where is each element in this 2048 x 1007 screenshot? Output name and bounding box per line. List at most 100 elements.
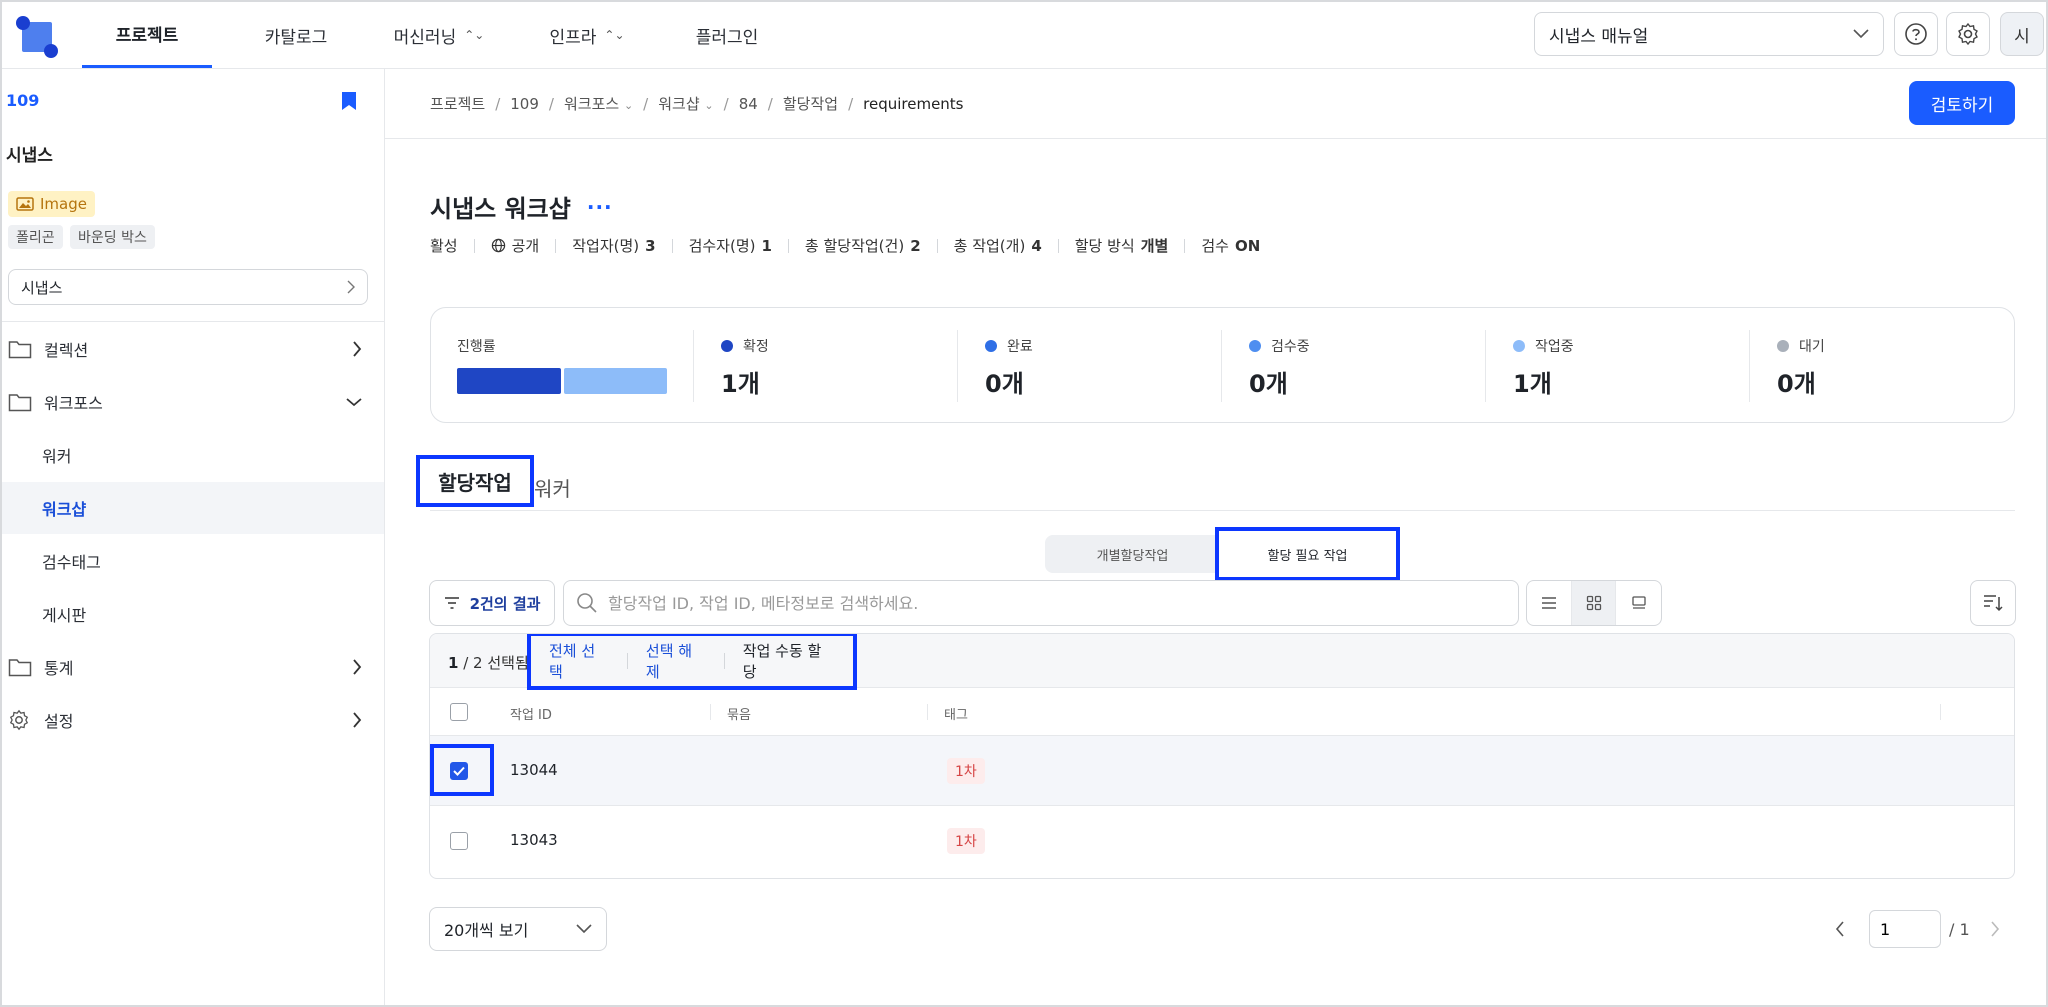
prev-page-button[interactable] — [1825, 921, 1855, 937]
breadcrumb-item-workshop-id[interactable]: 84 — [739, 95, 758, 113]
view-mode-group — [1526, 580, 1662, 626]
gear-icon — [1958, 22, 1978, 46]
select-all-checkbox[interactable] — [450, 703, 468, 721]
status-dot — [1513, 340, 1525, 352]
project-selector[interactable]: 시냅스 — [8, 269, 368, 305]
table-header: 작업 ID 묶음 태그 — [430, 688, 2014, 736]
search-icon — [577, 593, 597, 613]
sidebar-subitem-worker[interactable]: 워커 — [2, 429, 384, 481]
sidebar-divider — [2, 321, 384, 322]
breadcrumb-item-assignments[interactable]: 할당작업 — [783, 93, 838, 114]
selection-count: 1 / 2 선택됨 — [448, 654, 529, 672]
filter-icon — [444, 597, 459, 609]
task-id: 13044 — [510, 761, 558, 779]
list-icon — [1541, 597, 1556, 609]
chevron-down-icon — [1853, 29, 1869, 39]
page-number-input[interactable] — [1869, 910, 1941, 948]
breadcrumb-item-current: requirements — [863, 94, 964, 113]
breadcrumb-bar: 프로젝트/ 109/ 워크포스 ⌄ / 워크샵 ⌄/ 84/ 할당작업 / requ… — [385, 69, 2046, 139]
status-dot — [985, 340, 997, 352]
help-button[interactable] — [1894, 12, 1938, 56]
sidebar-subitem-workshop[interactable]: 워크샵 — [2, 482, 384, 534]
meta-status: 활성 — [430, 237, 458, 255]
sidebar-item-statistics[interactable]: 통계 — [2, 641, 384, 693]
row-checkbox[interactable] — [450, 832, 468, 850]
status-dot — [1249, 340, 1261, 352]
workshop-meta: 활성 공개 작업자(명) 3 검수자(명) 1 총 할당작업(건) 2 총 작업(개)… — [430, 235, 1276, 256]
chevron-right-icon — [353, 341, 362, 357]
image-icon — [16, 197, 34, 211]
page-size-select[interactable]: 20개씩 보기 — [429, 907, 607, 951]
list-view-button[interactable] — [1527, 581, 1572, 625]
next-page-button[interactable] — [1980, 921, 2010, 937]
select-all-button[interactable]: 전체 선택 — [531, 640, 627, 682]
sidebar-subitem-review-tag[interactable]: 검수태그 — [2, 535, 384, 587]
meta-review: 검수 ON — [1201, 236, 1261, 256]
table-row[interactable]: 13043 1차 — [430, 806, 2014, 876]
breadcrumb-item-workshop[interactable]: 워크샵 ⌄ — [658, 93, 713, 114]
task-id: 13043 — [510, 831, 558, 849]
segment-assignment-required[interactable]: 할당 필요 작업 — [1215, 527, 1400, 581]
column-bundle[interactable]: 묶음 — [727, 704, 751, 723]
breadcrumb-item-project[interactable]: 프로젝트 — [430, 93, 485, 114]
nav-tab-infra[interactable]: 인프라 ⌃⌄ — [522, 2, 652, 68]
task-table: 1 / 2 선택됨 전체 선택 선택 해제 작업 수동 할당 작업 ID 묶음 … — [429, 633, 2015, 879]
meta-reviewers: 검수자(명) 1 — [688, 236, 772, 256]
sidebar-item-collection[interactable]: 컬렉션 — [2, 323, 384, 375]
user-avatar-button[interactable]: 시 — [2000, 12, 2044, 56]
segment-individual-assignments[interactable]: 개별할당작업 — [1045, 535, 1220, 573]
sidebar-subitem-board[interactable]: 게시판 — [2, 588, 384, 640]
chevron-right-icon — [1991, 921, 1999, 937]
more-options-icon[interactable]: ··· — [587, 195, 613, 219]
top-navigation: 프로젝트 카탈로그 머신러닝 ⌃⌄ 인프라 ⌃⌄ 플러그인 시냅스 매뉴얼 시 — [2, 2, 2046, 69]
nav-tab-machine-learning[interactable]: 머신러닝 ⌃⌄ — [364, 2, 514, 68]
nav-tab-catalog[interactable]: 카탈로그 — [228, 2, 364, 68]
sort-icon — [1984, 595, 2003, 612]
nav-tab-project[interactable]: 프로젝트 — [82, 2, 212, 68]
breadcrumb-item-project-number[interactable]: 109 — [510, 95, 539, 113]
status-dot — [721, 340, 733, 352]
sidebar: 109 시냅스 Image 폴리곤 바운딩 박스 시냅스 컬렉션 워크포스 워커… — [2, 69, 385, 1005]
filter-button[interactable]: 2건의 결과 — [429, 580, 555, 626]
grid-view-button[interactable] — [1571, 581, 1617, 625]
manual-select[interactable]: 시냅스 매뉴얼 — [1534, 12, 1884, 56]
review-button[interactable]: 검토하기 — [1909, 81, 2015, 125]
chevron-down-icon — [576, 924, 592, 934]
app-logo[interactable] — [16, 16, 58, 58]
sidebar-item-settings[interactable]: 설정 — [2, 694, 384, 746]
tab-workers[interactable]: 워커 — [534, 467, 571, 507]
status-dot — [1777, 340, 1789, 352]
row-checkbox[interactable] — [450, 762, 468, 780]
tag-badge: 1차 — [947, 828, 985, 854]
sidebar-item-workforce[interactable]: 워크포스 — [2, 376, 384, 428]
content-tabs: 할당작업 워커 — [416, 455, 2015, 511]
tag-badge: 1차 — [947, 758, 985, 784]
grid-icon — [1586, 595, 1601, 611]
selection-actions: 전체 선택 선택 해제 작업 수동 할당 — [527, 634, 857, 690]
chevron-right-icon — [353, 659, 362, 675]
column-tag[interactable]: 태그 — [944, 704, 968, 723]
card-view-icon — [1632, 596, 1646, 609]
sort-button[interactable] — [1970, 580, 2016, 626]
nav-tab-plugin[interactable]: 플러그인 — [662, 2, 792, 68]
bookmark-icon[interactable] — [340, 91, 358, 111]
annotation-chip-polygon: 폴리곤 — [8, 225, 63, 249]
progress-stats-card: 진행률 확정 1개 완료 0개 검수중 0개 작업중 1개 대기 0개 — [430, 307, 2015, 423]
column-task-id[interactable]: 작업 ID — [510, 704, 552, 723]
search-input[interactable] — [608, 593, 1488, 613]
breadcrumb-item-workforce[interactable]: 워크포스 ⌄ — [564, 93, 633, 114]
help-icon — [1905, 23, 1927, 45]
card-view-button[interactable] — [1616, 581, 1661, 625]
chevron-down-icon: ⌄ — [623, 99, 634, 112]
search-box — [563, 580, 1519, 626]
meta-assign-method: 할당 방식 개별 — [1074, 237, 1169, 255]
meta-workers: 작업자(명) 3 — [572, 236, 656, 256]
tab-assignments[interactable]: 할당작업 — [416, 455, 534, 507]
manual-assign-button[interactable]: 작업 수동 할당 — [725, 640, 853, 682]
selection-toolbar: 1 / 2 선택됨 전체 선택 선택 해제 작업 수동 할당 — [430, 634, 2014, 690]
settings-button[interactable] — [1946, 12, 1990, 56]
table-row[interactable]: 13044 1차 — [430, 736, 2014, 806]
deselect-button[interactable]: 선택 해제 — [628, 640, 724, 682]
folder-icon — [8, 394, 32, 412]
annotation-chip-bbox: 바운딩 박스 — [70, 225, 155, 249]
